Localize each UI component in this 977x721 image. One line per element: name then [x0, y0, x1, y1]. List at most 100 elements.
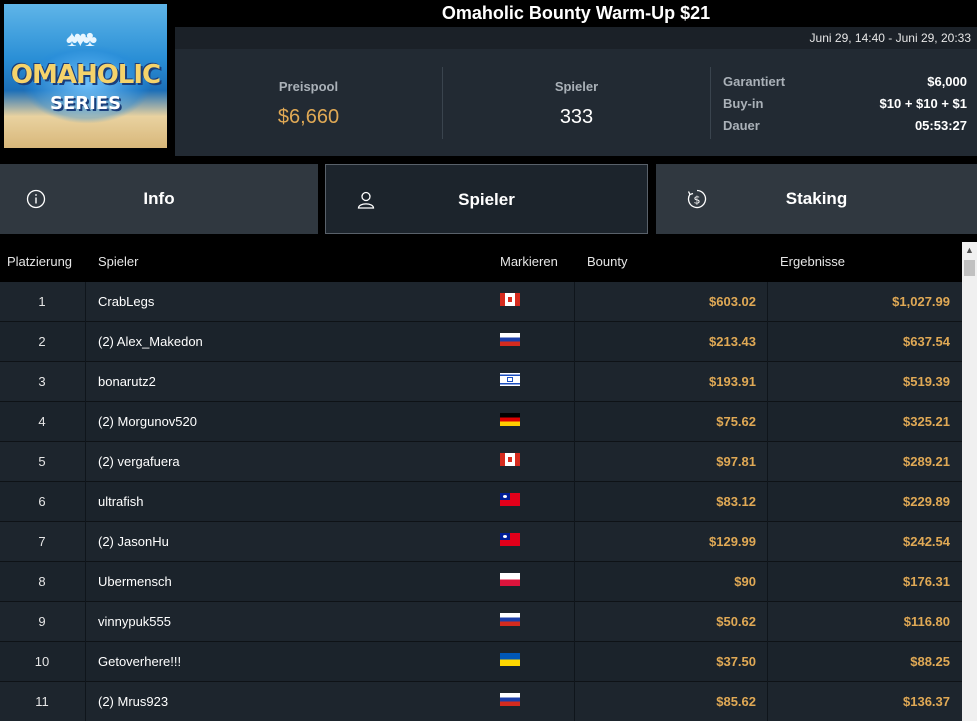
tab-info-label: Info	[143, 189, 175, 208]
row-player: (2) Mrus923	[98, 694, 169, 709]
row-rank: 1	[38, 294, 46, 309]
logo-title: OMAHOLIC	[10, 60, 161, 90]
scroll-thumb[interactable]	[964, 260, 975, 276]
row-result: $88.25	[910, 654, 950, 669]
header-rank[interactable]: Platzierung	[7, 242, 72, 282]
row-rank: 8	[38, 574, 46, 589]
table-row[interactable]: 1 CrabLegs $603.02 $1,027.99	[0, 282, 962, 322]
prize-pool: Preispool $6,660	[175, 49, 442, 156]
row-bounty: $85.62	[716, 694, 756, 709]
row-rank: 4	[38, 414, 46, 429]
row-result: $637.54	[903, 334, 950, 349]
row-result: $242.54	[903, 534, 950, 549]
cards-icon: ♠♥♣	[66, 26, 97, 51]
table-row[interactable]: 4 (2) Morgunov520 $75.62 $325.21	[0, 402, 962, 442]
row-bounty: $97.81	[716, 454, 756, 469]
header-flag[interactable]: Markieren	[500, 242, 558, 282]
prize-pool-label: Preispool	[278, 79, 339, 94]
logo-image: ♠♥♣ OMAHOLIC SERIES	[4, 4, 167, 148]
row-bounty: $83.12	[716, 494, 756, 509]
tab-staking[interactable]: $ Staking	[656, 164, 977, 234]
tournament-title: Omaholic Bounty Warm-Up $21	[175, 0, 977, 27]
row-player: Ubermensch	[98, 574, 172, 589]
israel-flag-icon	[500, 373, 520, 386]
row-result: $519.39	[903, 374, 950, 389]
table-row[interactable]: 8 Ubermensch $90 $176.31	[0, 562, 962, 602]
taiwan-flag-icon	[500, 533, 520, 546]
table-row[interactable]: 11 (2) Mrus923 $85.62 $136.37	[0, 682, 962, 721]
row-result: $136.37	[903, 694, 950, 709]
row-flag	[500, 573, 520, 586]
row-rank: 6	[38, 494, 46, 509]
tab-bar: Info Spieler $ Staking	[0, 156, 977, 242]
row-rank: 7	[38, 534, 46, 549]
row-bounty: $75.62	[716, 414, 756, 429]
logo-subtitle: SERIES	[49, 93, 122, 114]
row-bounty: $90	[734, 574, 756, 589]
row-rank: 9	[38, 614, 46, 629]
taiwan-flag-icon	[500, 493, 520, 506]
row-flag	[500, 453, 520, 466]
row-bounty: $193.91	[709, 374, 756, 389]
row-flag	[500, 693, 520, 706]
row-flag	[500, 333, 520, 346]
tournament-details: Garantiert $6,000 Buy-in $10 + $10 + $1 …	[723, 71, 967, 137]
row-flag	[500, 413, 520, 426]
row-bounty: $37.50	[716, 654, 756, 669]
header-bounty[interactable]: Bounty	[587, 242, 627, 282]
row-flag	[500, 293, 520, 306]
russia-flag-icon	[500, 693, 520, 706]
row-rank: 2	[38, 334, 46, 349]
row-flag	[500, 493, 520, 506]
scroll-up-arrow-icon[interactable]: ▲	[962, 242, 977, 258]
row-result: $289.21	[903, 454, 950, 469]
players-table: 1 CrabLegs $603.02 $1,027.99 2 (2) Alex_…	[0, 282, 962, 721]
canada-flag-icon	[500, 293, 520, 306]
row-bounty: $213.43	[709, 334, 756, 349]
table-row[interactable]: 5 (2) vergafuera $97.81 $289.21	[0, 442, 962, 482]
row-result: $1,027.99	[892, 294, 950, 309]
table-row[interactable]: 10 Getoverhere!!! $37.50 $88.25	[0, 642, 962, 682]
tab-staking-label: Staking	[785, 189, 848, 208]
detail-guaranteed: Garantiert $6,000	[723, 74, 967, 89]
row-bounty: $603.02	[709, 294, 756, 309]
detail-buy-in: Buy-in $10 + $10 + $1	[723, 96, 967, 111]
row-player: (2) JasonHu	[98, 534, 169, 549]
row-rank: 11	[35, 694, 49, 709]
header-player[interactable]: Spieler	[98, 242, 138, 282]
table-row[interactable]: 2 (2) Alex_Makedon $213.43 $637.54	[0, 322, 962, 362]
tournament-logo: ♠♥♣ OMAHOLIC SERIES	[0, 0, 175, 156]
table-row[interactable]: 6 ultrafish $83.12 $229.89	[0, 482, 962, 522]
row-flag	[500, 613, 520, 626]
row-flag	[500, 373, 520, 386]
row-player: ultrafish	[98, 494, 144, 509]
tab-players-label: Spieler	[458, 190, 515, 209]
row-rank: 3	[38, 374, 46, 389]
header-results[interactable]: Ergebnisse	[780, 242, 845, 282]
table-row[interactable]: 7 (2) JasonHu $129.99 $242.54	[0, 522, 962, 562]
prize-pool-value: $6,660	[277, 106, 340, 128]
player-count: Spieler 333	[443, 49, 710, 156]
row-flag	[500, 653, 520, 666]
russia-flag-icon	[500, 613, 520, 626]
row-result: $325.21	[903, 414, 950, 429]
table-row[interactable]: 3 bonarutz2 $193.91 $519.39	[0, 362, 962, 402]
detail-duration: Dauer 05:53:27	[723, 118, 967, 133]
tab-players[interactable]: Spieler	[325, 164, 648, 234]
player-count-value: 333	[559, 106, 594, 128]
tab-info[interactable]: Info	[0, 164, 318, 234]
table-row[interactable]: 9 vinnypuk555 $50.62 $116.80	[0, 602, 962, 642]
poland-flag-icon	[500, 573, 520, 586]
row-flag	[500, 533, 520, 546]
row-player: (2) Morgunov520	[98, 414, 197, 429]
russia-flag-icon	[500, 333, 520, 346]
vertical-scrollbar[interactable]: ▲	[962, 242, 977, 721]
row-result: $229.89	[903, 494, 950, 509]
table-header: Platzierung Spieler Markieren Bounty Erg…	[0, 242, 962, 282]
row-rank: 10	[34, 654, 50, 669]
stats-panel: Preispool $6,660 Spieler 333 Garantiert …	[175, 49, 977, 156]
row-rank: 5	[38, 454, 46, 469]
row-bounty: $129.99	[709, 534, 756, 549]
ukraine-flag-icon	[500, 653, 520, 666]
divider	[710, 67, 711, 139]
